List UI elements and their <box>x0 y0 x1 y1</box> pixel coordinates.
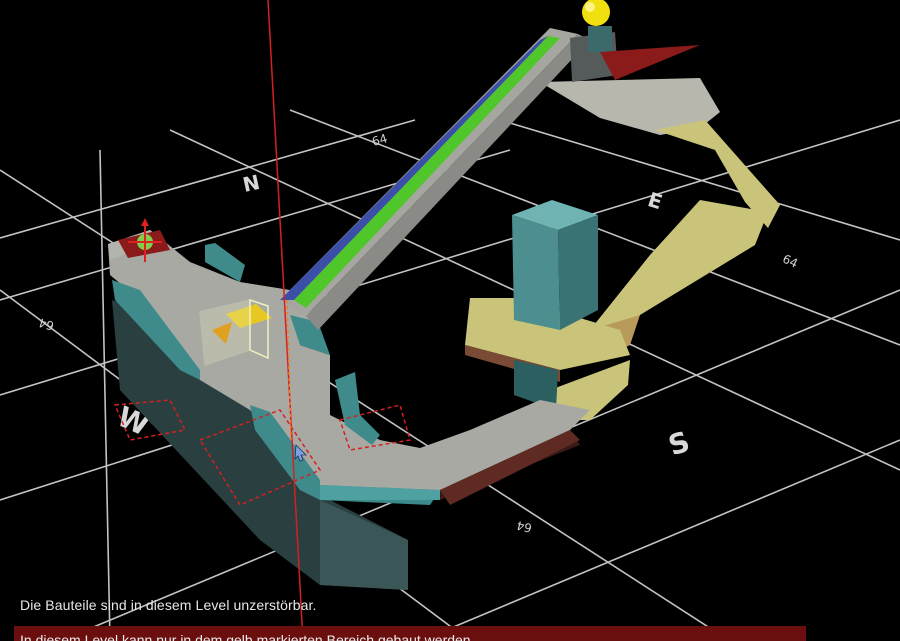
level-viewport[interactable]: N E S W 64 64 64 64 <box>0 0 900 641</box>
grid-label-right: 64 <box>780 252 800 271</box>
compass-north: N <box>241 170 262 197</box>
hint-bar: In diesem Level kann nur in dem gelb mar… <box>14 626 806 641</box>
goal-tower <box>570 26 700 82</box>
grid-label-left: 64 <box>37 315 56 333</box>
compass-east: E <box>645 187 665 214</box>
goal-sphere-icon[interactable] <box>582 0 610 26</box>
info-message: Die Bauteile sind in diesem Level unzers… <box>20 597 317 613</box>
build-zone <box>465 78 780 420</box>
compass-south: S <box>664 425 693 463</box>
hint-message: In diesem Level kann nur in dem gelb mar… <box>20 632 475 641</box>
grid-label-bottom: 64 <box>515 518 533 535</box>
